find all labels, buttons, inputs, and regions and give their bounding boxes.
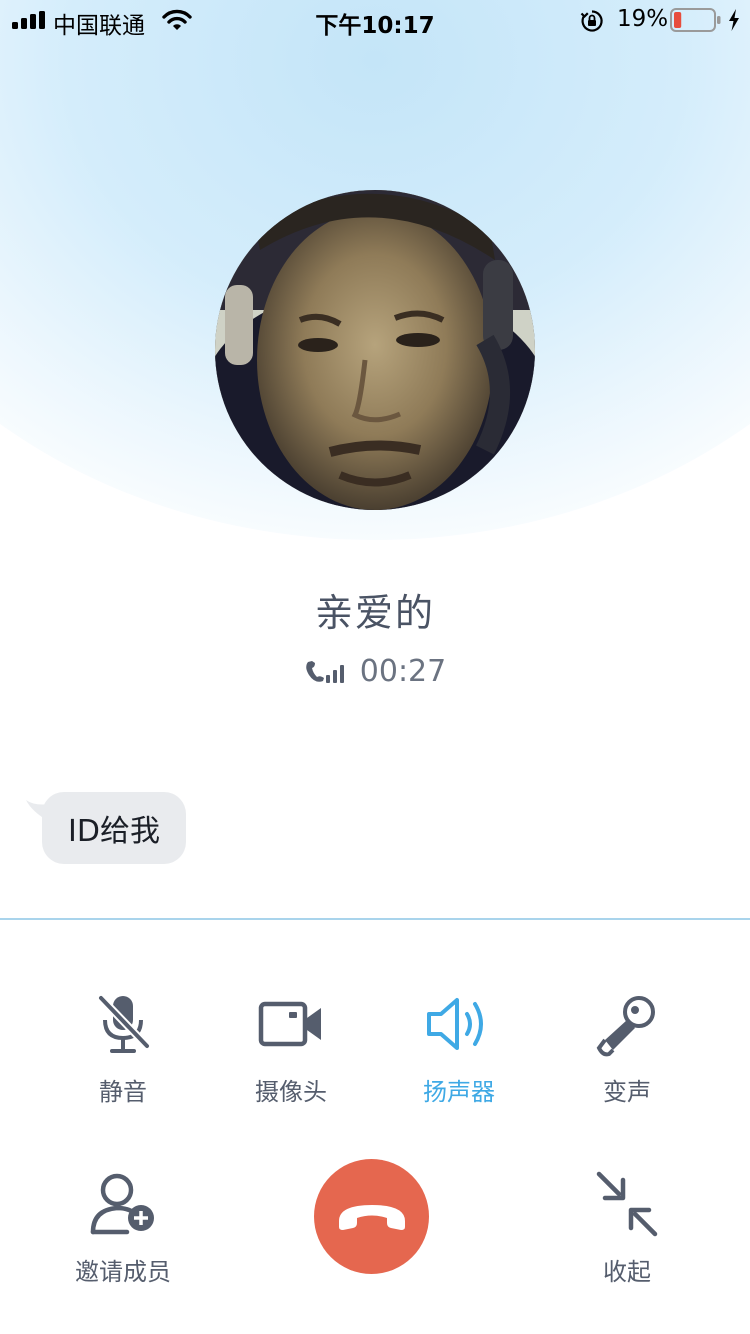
battery-icon bbox=[670, 8, 721, 32]
invite-member-label: 邀请成员 bbox=[75, 1258, 171, 1286]
caller-name: 亲爱的 bbox=[314, 591, 435, 635]
status-bar: 中国联通 下午10:17 19% bbox=[0, 0, 750, 40]
voice-change-label: 变声 bbox=[603, 1078, 651, 1106]
mic-slash-icon bbox=[98, 995, 150, 1053]
call-quality-icon bbox=[305, 660, 344, 683]
rotation-lock-icon bbox=[580, 10, 603, 32]
chat-message-bubble: ID给我 bbox=[42, 792, 186, 864]
add-user-icon bbox=[90, 1173, 154, 1235]
controls-divider bbox=[0, 918, 750, 920]
voice-change-button[interactable]: 变声 bbox=[543, 990, 711, 1107]
video-camera-icon bbox=[258, 1001, 321, 1047]
speaker-label: 扬声器 bbox=[423, 1078, 495, 1106]
hangup-button[interactable] bbox=[314, 1159, 429, 1274]
battery-percent: 19% bbox=[617, 6, 669, 32]
call-status: 00:27 bbox=[0, 654, 750, 689]
collapse-label: 收起 bbox=[603, 1258, 651, 1286]
avatar-photo bbox=[215, 190, 535, 510]
phone-hangup-icon bbox=[338, 1204, 405, 1230]
speaker-icon bbox=[427, 998, 483, 1050]
chat-message-text: ID给我 bbox=[68, 814, 160, 849]
invite-member-button[interactable]: 邀请成员 bbox=[39, 1170, 207, 1287]
charging-bolt-icon bbox=[729, 9, 739, 31]
speaker-button[interactable]: 扬声器 bbox=[375, 990, 543, 1107]
call-duration: 00:27 bbox=[359, 654, 447, 689]
caller-avatar bbox=[215, 190, 535, 510]
camera-label: 摄像头 bbox=[255, 1078, 327, 1106]
camera-button[interactable]: 摄像头 bbox=[207, 990, 375, 1107]
mute-button[interactable]: 静音 bbox=[39, 990, 207, 1107]
minimize-arrows-icon bbox=[596, 1171, 658, 1237]
voice-call-screen: 中国联通 下午10:17 19% 亲爱的 00:27 ID给我 静音 摄像头 扬… bbox=[0, 0, 750, 1334]
collapse-button[interactable]: 收起 bbox=[543, 1170, 711, 1287]
mute-label: 静音 bbox=[99, 1078, 147, 1106]
voice-changer-mic-icon bbox=[596, 996, 655, 1057]
battery-fill bbox=[674, 12, 682, 28]
